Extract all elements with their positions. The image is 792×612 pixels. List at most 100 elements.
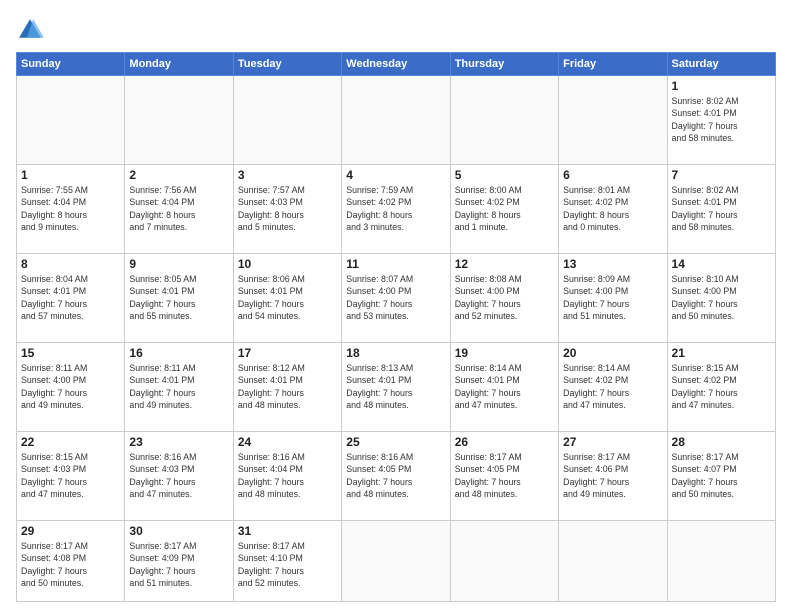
calendar-cell: 22 Sunrise: 8:15 AMSunset: 4:03 PMDaylig… xyxy=(17,432,125,521)
calendar-cell xyxy=(559,76,667,165)
calendar-header-row: SundayMondayTuesdayWednesdayThursdayFrid… xyxy=(17,53,776,76)
calendar-day-header: Monday xyxy=(125,53,233,76)
day-info: Sunrise: 8:11 AMSunset: 4:01 PMDaylight:… xyxy=(129,362,228,411)
day-info: Sunrise: 8:07 AMSunset: 4:00 PMDaylight:… xyxy=(346,273,445,322)
day-number: 17 xyxy=(238,346,337,360)
day-number: 20 xyxy=(563,346,662,360)
day-number: 3 xyxy=(238,168,337,182)
calendar-cell xyxy=(342,76,450,165)
day-info: Sunrise: 8:12 AMSunset: 4:01 PMDaylight:… xyxy=(238,362,337,411)
day-number: 16 xyxy=(129,346,228,360)
day-number: 8 xyxy=(21,257,120,271)
calendar-cell: 3 Sunrise: 7:57 AMSunset: 4:03 PMDayligh… xyxy=(233,165,341,254)
calendar-cell: 1 Sunrise: 8:02 AMSunset: 4:01 PMDayligh… xyxy=(667,76,775,165)
day-number: 22 xyxy=(21,435,120,449)
calendar-day-header: Friday xyxy=(559,53,667,76)
calendar-day-header: Tuesday xyxy=(233,53,341,76)
day-info: Sunrise: 8:02 AMSunset: 4:01 PMDaylight:… xyxy=(672,95,771,144)
calendar-week-row: 8 Sunrise: 8:04 AMSunset: 4:01 PMDayligh… xyxy=(17,254,776,343)
calendar-cell: 26 Sunrise: 8:17 AMSunset: 4:05 PMDaylig… xyxy=(450,432,558,521)
day-info: Sunrise: 8:17 AMSunset: 4:05 PMDaylight:… xyxy=(455,451,554,500)
calendar-cell: 8 Sunrise: 8:04 AMSunset: 4:01 PMDayligh… xyxy=(17,254,125,343)
day-number: 5 xyxy=(455,168,554,182)
day-info: Sunrise: 8:06 AMSunset: 4:01 PMDaylight:… xyxy=(238,273,337,322)
day-info: Sunrise: 8:13 AMSunset: 4:01 PMDaylight:… xyxy=(346,362,445,411)
day-number: 28 xyxy=(672,435,771,449)
calendar-cell: 30 Sunrise: 8:17 AMSunset: 4:09 PMDaylig… xyxy=(125,521,233,602)
calendar-day-header: Thursday xyxy=(450,53,558,76)
day-number: 18 xyxy=(346,346,445,360)
calendar-week-row: 22 Sunrise: 8:15 AMSunset: 4:03 PMDaylig… xyxy=(17,432,776,521)
calendar-cell: 14 Sunrise: 8:10 AMSunset: 4:00 PMDaylig… xyxy=(667,254,775,343)
day-number: 24 xyxy=(238,435,337,449)
calendar-week-row: 29 Sunrise: 8:17 AMSunset: 4:08 PMDaylig… xyxy=(17,521,776,602)
calendar-cell: 17 Sunrise: 8:12 AMSunset: 4:01 PMDaylig… xyxy=(233,343,341,432)
day-info: Sunrise: 7:57 AMSunset: 4:03 PMDaylight:… xyxy=(238,184,337,233)
day-number: 2 xyxy=(129,168,228,182)
calendar-cell xyxy=(342,521,450,602)
calendar-cell xyxy=(233,76,341,165)
calendar-cell: 4 Sunrise: 7:59 AMSunset: 4:02 PMDayligh… xyxy=(342,165,450,254)
calendar-cell: 27 Sunrise: 8:17 AMSunset: 4:06 PMDaylig… xyxy=(559,432,667,521)
calendar-cell: 2 Sunrise: 7:56 AMSunset: 4:04 PMDayligh… xyxy=(125,165,233,254)
day-number: 30 xyxy=(129,524,228,538)
calendar-table: SundayMondayTuesdayWednesdayThursdayFrid… xyxy=(16,52,776,602)
calendar-body: 1 Sunrise: 8:02 AMSunset: 4:01 PMDayligh… xyxy=(17,76,776,602)
calendar-cell: 16 Sunrise: 8:11 AMSunset: 4:01 PMDaylig… xyxy=(125,343,233,432)
calendar-week-row: 1 Sunrise: 8:02 AMSunset: 4:01 PMDayligh… xyxy=(17,76,776,165)
calendar-cell xyxy=(450,76,558,165)
calendar-cell: 20 Sunrise: 8:14 AMSunset: 4:02 PMDaylig… xyxy=(559,343,667,432)
day-info: Sunrise: 8:14 AMSunset: 4:01 PMDaylight:… xyxy=(455,362,554,411)
day-info: Sunrise: 7:55 AMSunset: 4:04 PMDaylight:… xyxy=(21,184,120,233)
day-info: Sunrise: 8:17 AMSunset: 4:06 PMDaylight:… xyxy=(563,451,662,500)
calendar-cell xyxy=(17,76,125,165)
calendar-cell: 23 Sunrise: 8:16 AMSunset: 4:03 PMDaylig… xyxy=(125,432,233,521)
day-number: 10 xyxy=(238,257,337,271)
calendar-cell: 13 Sunrise: 8:09 AMSunset: 4:00 PMDaylig… xyxy=(559,254,667,343)
day-info: Sunrise: 8:17 AMSunset: 4:07 PMDaylight:… xyxy=(672,451,771,500)
day-number: 14 xyxy=(672,257,771,271)
day-number: 9 xyxy=(129,257,228,271)
calendar-week-row: 1 Sunrise: 7:55 AMSunset: 4:04 PMDayligh… xyxy=(17,165,776,254)
day-info: Sunrise: 8:05 AMSunset: 4:01 PMDaylight:… xyxy=(129,273,228,322)
day-number: 13 xyxy=(563,257,662,271)
day-info: Sunrise: 8:15 AMSunset: 4:03 PMDaylight:… xyxy=(21,451,120,500)
day-info: Sunrise: 8:10 AMSunset: 4:00 PMDaylight:… xyxy=(672,273,771,322)
calendar-cell: 18 Sunrise: 8:13 AMSunset: 4:01 PMDaylig… xyxy=(342,343,450,432)
day-number: 12 xyxy=(455,257,554,271)
calendar-cell: 31 Sunrise: 8:17 AMSunset: 4:10 PMDaylig… xyxy=(233,521,341,602)
day-info: Sunrise: 8:17 AMSunset: 4:10 PMDaylight:… xyxy=(238,540,337,589)
calendar-cell: 12 Sunrise: 8:08 AMSunset: 4:00 PMDaylig… xyxy=(450,254,558,343)
calendar-cell xyxy=(125,76,233,165)
day-number: 31 xyxy=(238,524,337,538)
calendar-cell: 6 Sunrise: 8:01 AMSunset: 4:02 PMDayligh… xyxy=(559,165,667,254)
day-info: Sunrise: 8:08 AMSunset: 4:00 PMDaylight:… xyxy=(455,273,554,322)
day-info: Sunrise: 8:15 AMSunset: 4:02 PMDaylight:… xyxy=(672,362,771,411)
day-info: Sunrise: 8:11 AMSunset: 4:00 PMDaylight:… xyxy=(21,362,120,411)
day-number: 11 xyxy=(346,257,445,271)
calendar-cell xyxy=(450,521,558,602)
day-info: Sunrise: 8:16 AMSunset: 4:05 PMDaylight:… xyxy=(346,451,445,500)
calendar-cell: 5 Sunrise: 8:00 AMSunset: 4:02 PMDayligh… xyxy=(450,165,558,254)
day-number: 15 xyxy=(21,346,120,360)
page-header xyxy=(16,16,776,44)
calendar-day-header: Wednesday xyxy=(342,53,450,76)
day-number: 4 xyxy=(346,168,445,182)
calendar-cell: 21 Sunrise: 8:15 AMSunset: 4:02 PMDaylig… xyxy=(667,343,775,432)
calendar-cell: 29 Sunrise: 8:17 AMSunset: 4:08 PMDaylig… xyxy=(17,521,125,602)
day-info: Sunrise: 8:04 AMSunset: 4:01 PMDaylight:… xyxy=(21,273,120,322)
calendar-cell: 28 Sunrise: 8:17 AMSunset: 4:07 PMDaylig… xyxy=(667,432,775,521)
day-number: 19 xyxy=(455,346,554,360)
day-info: Sunrise: 8:02 AMSunset: 4:01 PMDaylight:… xyxy=(672,184,771,233)
logo xyxy=(16,16,48,44)
calendar-cell: 7 Sunrise: 8:02 AMSunset: 4:01 PMDayligh… xyxy=(667,165,775,254)
calendar-cell xyxy=(667,521,775,602)
day-info: Sunrise: 8:01 AMSunset: 4:02 PMDaylight:… xyxy=(563,184,662,233)
calendar-cell: 1 Sunrise: 7:55 AMSunset: 4:04 PMDayligh… xyxy=(17,165,125,254)
day-number: 21 xyxy=(672,346,771,360)
day-info: Sunrise: 8:09 AMSunset: 4:00 PMDaylight:… xyxy=(563,273,662,322)
calendar-cell: 10 Sunrise: 8:06 AMSunset: 4:01 PMDaylig… xyxy=(233,254,341,343)
calendar-cell: 15 Sunrise: 8:11 AMSunset: 4:00 PMDaylig… xyxy=(17,343,125,432)
day-number: 27 xyxy=(563,435,662,449)
calendar-week-row: 15 Sunrise: 8:11 AMSunset: 4:00 PMDaylig… xyxy=(17,343,776,432)
